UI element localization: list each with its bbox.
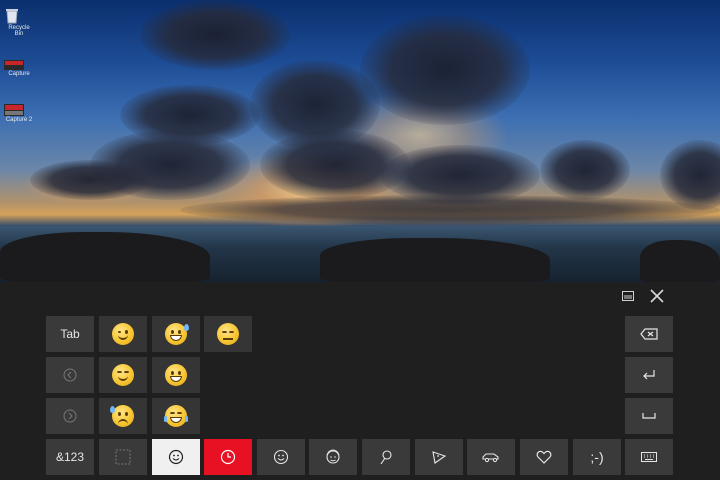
space-key[interactable] (625, 398, 673, 434)
unamused-face-icon (217, 323, 239, 345)
keyboard-undock-icon[interactable] (620, 289, 636, 303)
smiling-face-with-smiling-eyes-icon (112, 364, 134, 386)
previous-page-key[interactable] (46, 357, 94, 393)
touch-keyboard: Tab &123 ;-) (0, 282, 720, 480)
desktop-icon-capture-2[interactable]: Capture 2 (4, 104, 34, 123)
space-icon (642, 413, 656, 419)
recycle-bin-icon (4, 6, 34, 24)
smiley-category-key[interactable] (152, 439, 200, 475)
ninja-cat-icon (115, 449, 131, 465)
desktop-icon-label: Capture 2 (5, 117, 33, 123)
desktop-icon-label: Recycle Bin (8, 25, 30, 37)
smiley-faces-icon (273, 449, 289, 465)
emoji-key-smiling-face-cold-sweat[interactable] (152, 316, 200, 352)
worried-face-with-sweat-icon (110, 405, 134, 427)
next-page-key[interactable] (46, 398, 94, 434)
emoji-key-winking-face[interactable] (99, 316, 147, 352)
celebration-category-key[interactable] (362, 439, 410, 475)
emoji-key-grinning-smiling-eyes[interactable] (152, 357, 200, 393)
enter-key[interactable] (625, 357, 673, 393)
transport-category-key[interactable] (467, 439, 515, 475)
faces-category-key[interactable] (257, 439, 305, 475)
numbers-symbols-key[interactable]: &123 (46, 439, 94, 475)
ninja-cat-category-key[interactable] (99, 439, 147, 475)
heart-category-key[interactable] (520, 439, 568, 475)
desktop-icon-capture[interactable]: Capture (4, 60, 34, 77)
desktop-wallpaper: Recycle Bin Capture Capture 2 (0, 0, 720, 282)
smiley-category-icon (168, 449, 184, 465)
food-icon (431, 449, 447, 465)
people-category-key[interactable] (309, 439, 357, 475)
text-emoticon-category-key[interactable]: ;-) (573, 439, 621, 475)
tab-key[interactable]: Tab (46, 316, 94, 352)
food-category-key[interactable] (415, 439, 463, 475)
recent-category-key[interactable] (204, 439, 252, 475)
capture-icon (4, 104, 34, 116)
next-page-icon (63, 409, 77, 423)
emoji-key-worried-sweat[interactable] (99, 398, 147, 434)
smiling-face-with-open-mouth-and-cold-sweat-icon (165, 323, 189, 345)
desktop-icon-label: Capture (8, 71, 30, 77)
heart-icon (536, 450, 552, 464)
transport-icon (482, 451, 500, 463)
people-icon (324, 449, 342, 465)
desktop-icon-recycle-bin[interactable]: Recycle Bin (4, 6, 34, 37)
tab-key-label: Tab (60, 327, 80, 341)
backspace-key[interactable] (625, 316, 673, 352)
keyboard-layout-key[interactable] (625, 439, 673, 475)
emoji-key-unamused-face[interactable] (204, 316, 252, 352)
winking-face-icon (112, 323, 134, 345)
close-icon[interactable] (648, 287, 666, 305)
enter-icon (642, 369, 656, 381)
keyboard-icon (641, 452, 657, 462)
emoji-key-tears-of-joy[interactable] (152, 398, 200, 434)
backspace-icon (640, 328, 658, 340)
face-with-tears-of-joy-icon (164, 405, 188, 427)
emoji-key-smiling-eyes[interactable] (99, 357, 147, 393)
recent-clock-icon (220, 449, 236, 465)
numbers-symbols-label: &123 (55, 450, 85, 464)
text-emoticon-label: ;-) (590, 449, 604, 465)
capture-icon (4, 60, 34, 70)
celebration-icon (378, 449, 394, 465)
previous-page-icon (63, 368, 77, 382)
grinning-face-with-smiling-eyes-icon (165, 364, 187, 386)
